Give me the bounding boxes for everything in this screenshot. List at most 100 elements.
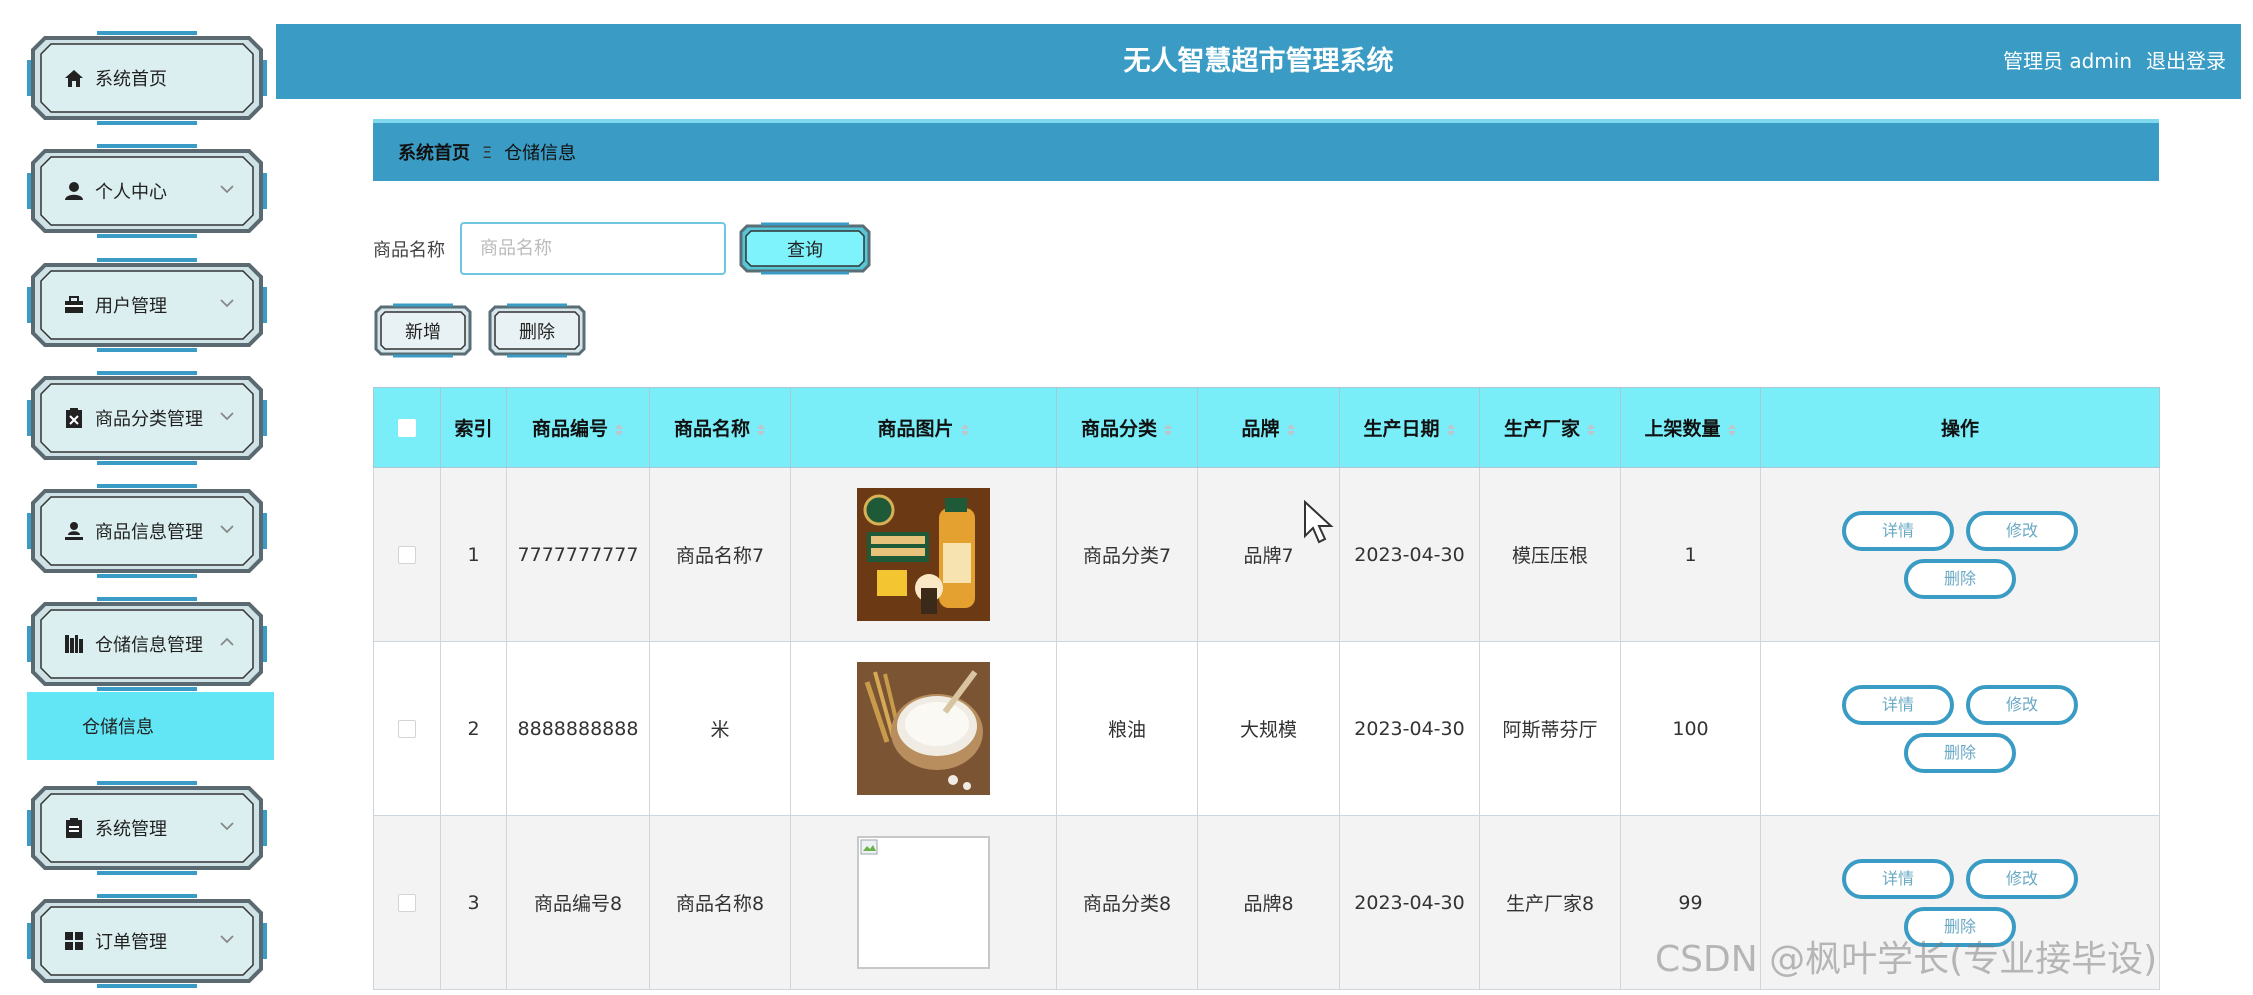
query-button[interactable]: 查询: [737, 222, 873, 275]
sort-icon[interactable]: [1446, 423, 1456, 437]
cell-brand: 大规模: [1197, 641, 1340, 816]
sidebar-item-5[interactable]: 仓储信息管理: [27, 596, 267, 692]
cell-maker: 阿斯蒂芬厅: [1479, 641, 1621, 816]
cell-category: 商品分类7: [1056, 467, 1198, 642]
cell-image: [790, 467, 1057, 642]
cell-category: 粮油: [1056, 641, 1198, 816]
sidebar-item-0[interactable]: 系统首页: [27, 30, 267, 126]
row-select-cell[interactable]: [373, 815, 441, 990]
chevron-down-icon[interactable]: [217, 816, 237, 836]
sidebar-item-label: 系统首页: [95, 69, 167, 90]
edit-button[interactable]: 修改: [1966, 684, 2078, 725]
sort-icon[interactable]: [614, 423, 624, 437]
sidebar-item-content: 系统管理: [63, 780, 167, 876]
header-user-area: 管理员 admin 退出登录: [1989, 24, 2226, 99]
header-date[interactable]: 生产日期: [1339, 387, 1480, 468]
sort-icon[interactable]: [1727, 423, 1737, 437]
sidebar-item-6[interactable]: 系统管理: [27, 780, 267, 876]
header-brand[interactable]: 品牌: [1197, 387, 1340, 468]
sort-icon[interactable]: [1286, 423, 1296, 437]
person-upload-icon: [65, 522, 83, 540]
header-code[interactable]: 商品编号: [506, 387, 650, 468]
chevron-down-icon[interactable]: [217, 406, 237, 426]
cell-name: 米: [649, 641, 791, 816]
sort-icon[interactable]: [756, 423, 766, 437]
row-checkbox[interactable]: [398, 894, 416, 912]
broken-image-icon: [857, 836, 990, 969]
cell-image: [790, 641, 1057, 816]
sidebar-subitem-label: 仓储信息: [82, 717, 154, 738]
cell-code: 7777777777: [506, 467, 650, 642]
sidebar: 系统首页个人中心用户管理商品分类管理 商品信息管理仓储信息管理系统管理订单管理 仓…: [0, 0, 276, 995]
row-delete-button[interactable]: 删除: [1904, 732, 2016, 773]
edit-button[interactable]: 修改: [1966, 510, 2078, 551]
cell-date: 2023-04-30: [1339, 467, 1480, 642]
detail-button[interactable]: 详情: [1842, 858, 1954, 899]
cell-maker: 生产厂家8: [1479, 815, 1621, 990]
logout-link[interactable]: 退出登录: [2146, 49, 2226, 73]
sidebar-item-label: 用户管理: [95, 296, 167, 317]
cell-code: 商品编号8: [506, 815, 650, 990]
header-select-all[interactable]: [373, 387, 441, 468]
cell-brand: 品牌8: [1197, 815, 1340, 990]
rice-bowl-image: [857, 662, 990, 795]
add-button[interactable]: 新增: [373, 303, 473, 358]
header-category[interactable]: 商品分类: [1056, 387, 1198, 468]
breadcrumb: 系统首页 Ξ 仓储信息: [373, 119, 2159, 181]
storage-table: 索引 商品编号 商品名称 商品图片 商品分类 品牌 生产日期 生产厂家 上架数量…: [373, 387, 2160, 990]
sidebar-item-content: 系统首页: [63, 30, 167, 126]
sort-icon[interactable]: [1163, 423, 1173, 437]
search-input[interactable]: [460, 222, 726, 275]
cell-image: [790, 815, 1057, 990]
cell-name: 商品名称8: [649, 815, 791, 990]
cell-qty: 100: [1620, 641, 1761, 816]
sidebar-item-2[interactable]: 用户管理: [27, 257, 267, 353]
grid-icon: [65, 932, 83, 950]
row-select-cell[interactable]: [373, 641, 441, 816]
sidebar-item-7[interactable]: 订单管理: [27, 893, 267, 989]
cell-date: 2023-04-30: [1339, 641, 1480, 816]
row-delete-button[interactable]: 删除: [1904, 558, 2016, 599]
table-row: 1 7777777777 商品名称7 商品分类7 品牌7 2023-04-30 …: [373, 467, 2160, 642]
sidebar-item-content: 商品分类管理: [63, 370, 203, 466]
chevron-down-icon[interactable]: [217, 519, 237, 539]
chevron-up-icon[interactable]: [217, 632, 237, 652]
header-name[interactable]: 商品名称: [649, 387, 791, 468]
sidebar-item-content: 个人中心: [63, 143, 167, 239]
table-row: 2 8888888888 米 粮油 大规模 2023-04-30 阿斯蒂芬厅 1…: [373, 641, 2160, 816]
batch-delete-button[interactable]: 删除: [487, 303, 587, 358]
sidebar-item-3[interactable]: 商品分类管理: [27, 370, 267, 466]
bookshelf-icon: [65, 635, 83, 653]
header-image[interactable]: 商品图片: [790, 387, 1057, 468]
sidebar-item-label: 商品信息管理: [95, 522, 203, 543]
row-checkbox[interactable]: [398, 720, 416, 738]
admin-username: 管理员 admin: [2002, 49, 2132, 73]
table-header-row: 索引 商品编号 商品名称 商品图片 商品分类 品牌 生产日期 生产厂家 上架数量…: [373, 387, 2160, 468]
sidebar-item-content: 订单管理: [63, 893, 167, 989]
sidebar-item-label: 订单管理: [95, 932, 167, 953]
row-checkbox[interactable]: [398, 546, 416, 564]
delete-button-label: 删除: [519, 321, 555, 343]
chevron-down-icon[interactable]: [217, 293, 237, 313]
top-header: 无人智慧超市管理系统 管理员 admin 退出登录: [276, 24, 2241, 99]
chevron-down-icon[interactable]: [217, 929, 237, 949]
header-qty[interactable]: 上架数量: [1620, 387, 1761, 468]
select-all-checkbox[interactable]: [398, 419, 416, 437]
cell-category: 商品分类8: [1056, 815, 1198, 990]
breadcrumb-home[interactable]: 系统首页: [398, 139, 470, 165]
sort-icon[interactable]: [1586, 423, 1596, 437]
detail-button[interactable]: 详情: [1842, 510, 1954, 551]
sidebar-item-content: 商品信息管理: [63, 483, 203, 579]
sidebar-subitem-storage-info[interactable]: 仓储信息: [27, 692, 274, 760]
oil-bottle-image: [857, 488, 990, 621]
sidebar-item-label: 商品分类管理: [95, 409, 203, 430]
sidebar-item-1[interactable]: 个人中心: [27, 143, 267, 239]
edit-button[interactable]: 修改: [1966, 858, 2078, 899]
chevron-down-icon[interactable]: [217, 179, 237, 199]
sidebar-item-4[interactable]: 商品信息管理: [27, 483, 267, 579]
clipboard-x-icon: [66, 408, 82, 428]
sort-icon[interactable]: [960, 423, 970, 437]
detail-button[interactable]: 详情: [1842, 684, 1954, 725]
header-maker[interactable]: 生产厂家: [1479, 387, 1621, 468]
row-select-cell[interactable]: [373, 467, 441, 642]
